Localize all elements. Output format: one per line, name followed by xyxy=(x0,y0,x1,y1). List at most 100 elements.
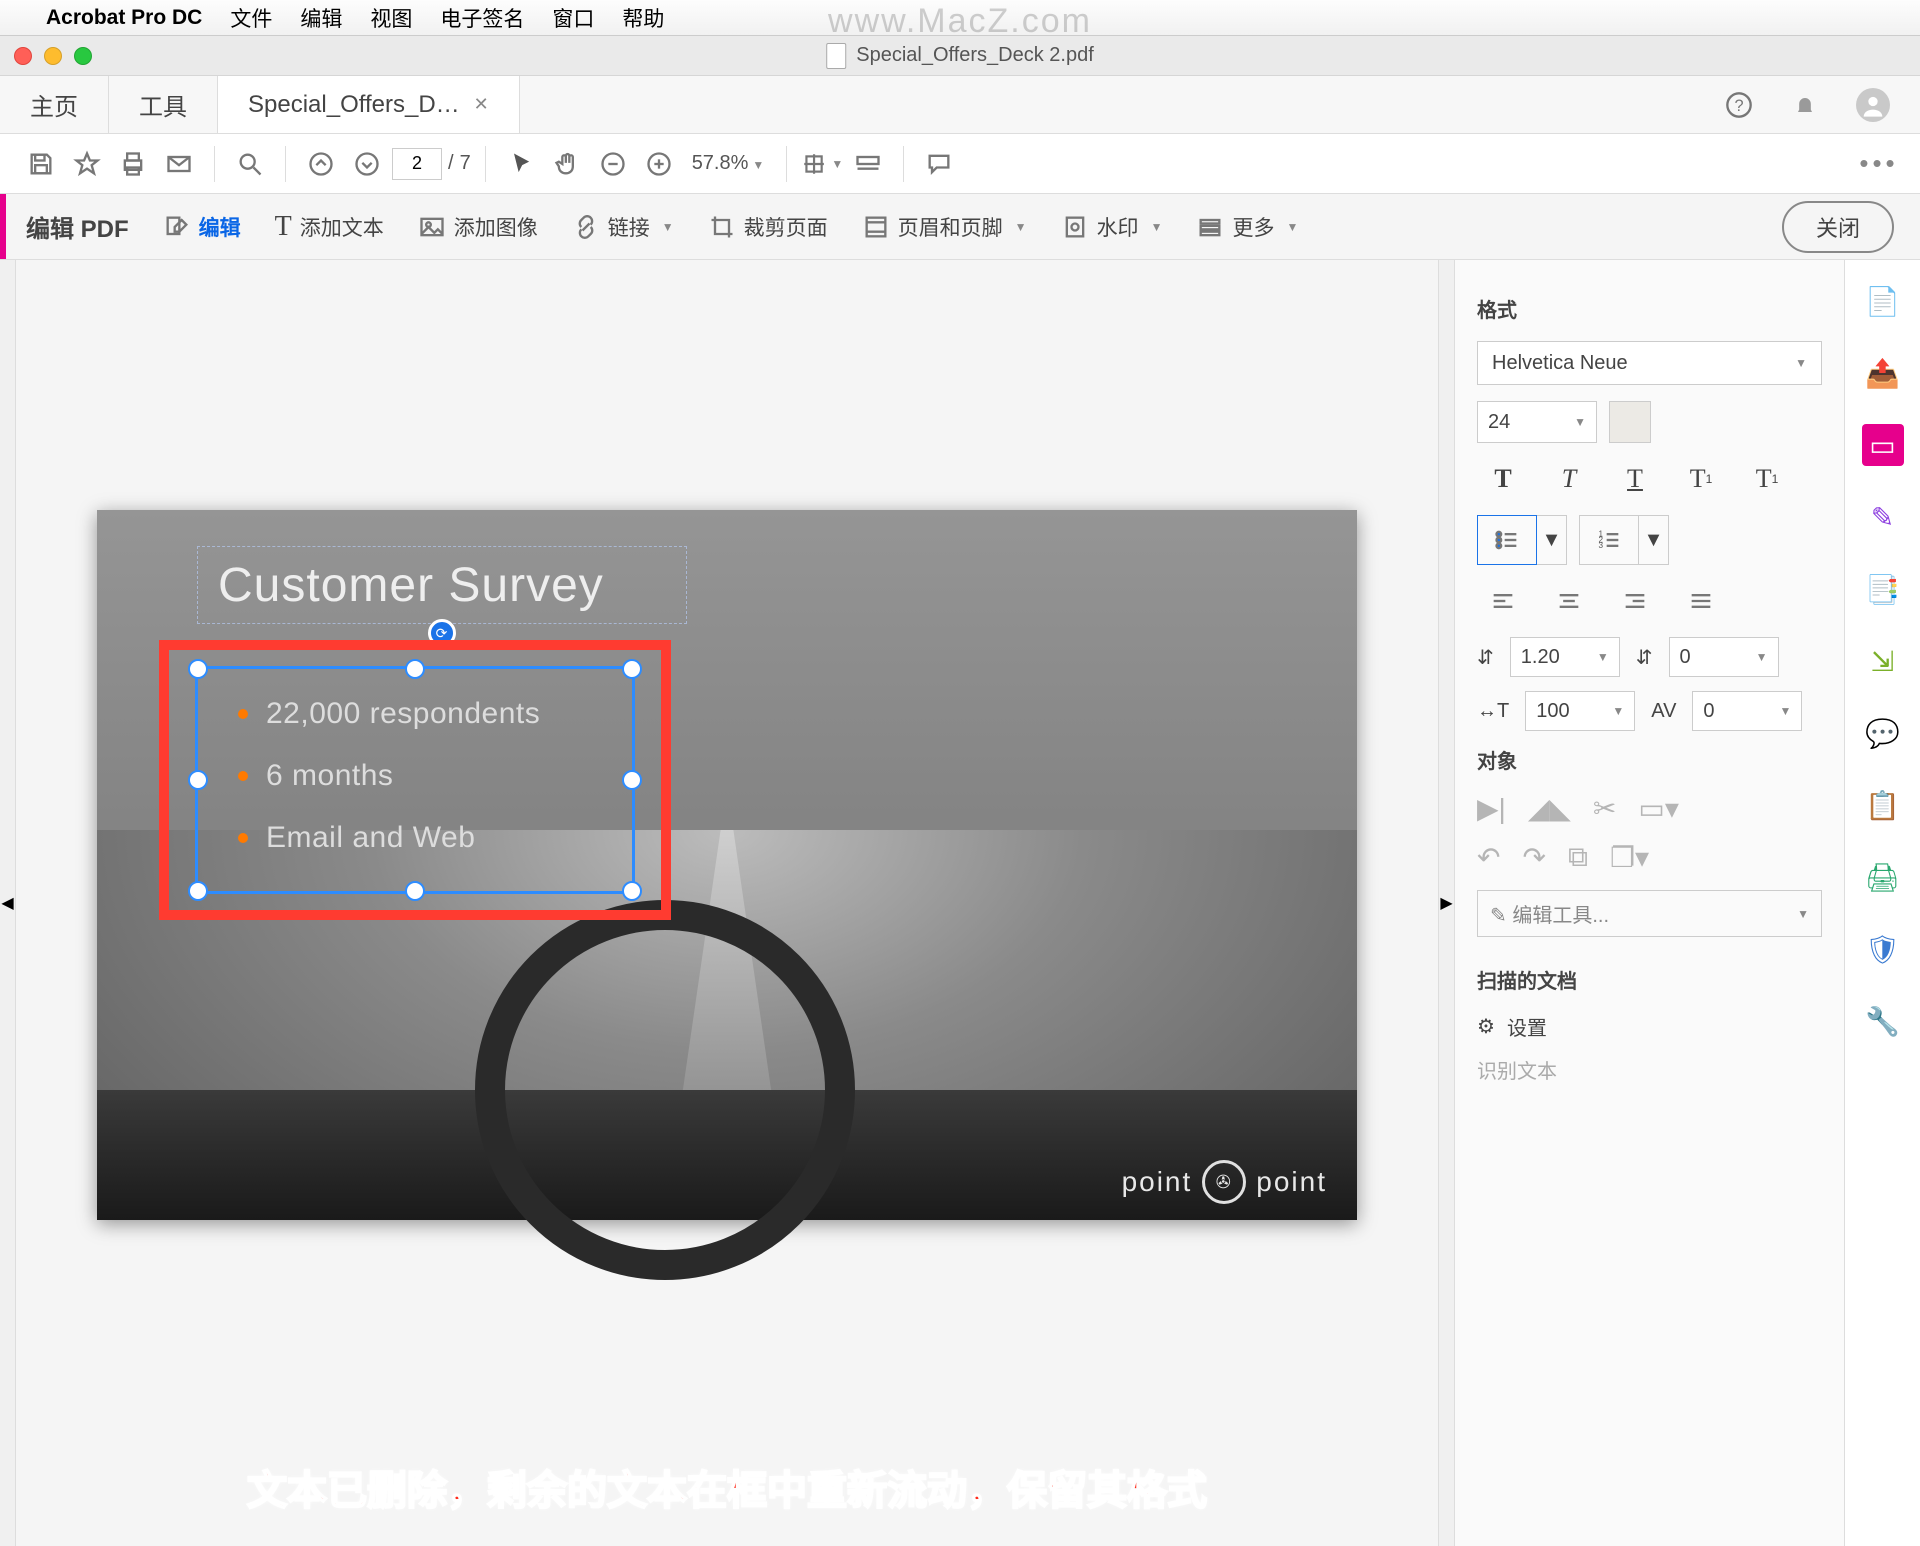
menu-edit[interactable]: 编辑 xyxy=(300,3,342,33)
list-item: 22,000 respondents xyxy=(238,697,540,731)
organize-icon[interactable]: 📑 xyxy=(1862,568,1904,610)
tracking-input[interactable]: 0▼ xyxy=(1692,691,1802,731)
edit-button[interactable]: 编辑 xyxy=(163,212,241,242)
minimize-window-icon[interactable] xyxy=(44,47,62,65)
help-icon[interactable]: ? xyxy=(1724,90,1754,120)
add-image-button[interactable]: 添加图像 xyxy=(418,212,538,242)
tools-icon[interactable]: 🔧 xyxy=(1862,1000,1904,1042)
underline-icon[interactable]: T xyxy=(1609,457,1661,501)
left-gutter-expand[interactable]: ◀ xyxy=(0,260,16,1546)
link-button[interactable]: 链接▼ xyxy=(572,212,674,242)
resize-handle[interactable] xyxy=(405,881,425,901)
protect-icon[interactable]: 🛡 xyxy=(1862,928,1904,970)
italic-icon[interactable]: T xyxy=(1543,457,1595,501)
menu-sign[interactable]: 电子签名 xyxy=(440,3,524,33)
replace-image-icon[interactable]: ⧉ xyxy=(1568,841,1588,874)
numbered-list-button[interactable]: 123 ▼ xyxy=(1579,515,1669,565)
zoom-level[interactable]: 57.8%▼ xyxy=(692,152,765,175)
maximize-window-icon[interactable] xyxy=(74,47,92,65)
text-selection-box[interactable]: 22,000 respondents 6 months Email and We… xyxy=(195,666,635,894)
bullet-list-button[interactable]: ▼ xyxy=(1477,515,1567,565)
font-size-select[interactable]: 24▼ xyxy=(1477,401,1597,443)
resize-handle[interactable] xyxy=(622,881,642,901)
menu-view[interactable]: 视图 xyxy=(370,3,412,33)
align-object-icon[interactable]: ▭▾ xyxy=(1638,792,1679,825)
flip-h-icon[interactable]: ▶| xyxy=(1477,792,1506,825)
create-pdf-icon[interactable]: 📄 xyxy=(1862,280,1904,322)
color-swatch[interactable] xyxy=(1609,401,1651,443)
print-icon[interactable] xyxy=(112,143,154,185)
comment-rail-icon[interactable]: 💬 xyxy=(1862,712,1904,754)
resize-handle[interactable] xyxy=(188,659,208,679)
tab-tools[interactable]: 工具 xyxy=(109,76,218,133)
align-justify-icon[interactable] xyxy=(1675,579,1727,623)
resize-handle[interactable] xyxy=(405,659,425,679)
line-spacing-input[interactable]: 1.20▼ xyxy=(1510,637,1620,677)
tab-document[interactable]: Special_Offers_D… ✕ xyxy=(218,76,520,133)
bold-icon[interactable]: T xyxy=(1477,457,1529,501)
scan-icon[interactable]: 🖨 xyxy=(1862,856,1904,898)
bullet-list[interactable]: 22,000 respondents 6 months Email and We… xyxy=(238,697,540,883)
more-button[interactable]: 更多▼ xyxy=(1196,212,1298,242)
brand-logo: point ✇ point xyxy=(1122,1160,1327,1204)
settings-button[interactable]: ⚙ 设置 xyxy=(1477,1012,1822,1041)
save-icon[interactable] xyxy=(20,143,62,185)
resize-handle[interactable] xyxy=(188,881,208,901)
resize-handle[interactable] xyxy=(622,659,642,679)
close-editbar-button[interactable]: 关闭 xyxy=(1782,201,1894,253)
right-gutter-expand[interactable]: ▶ xyxy=(1438,260,1454,1546)
page-current-input[interactable] xyxy=(392,148,442,180)
mail-icon[interactable] xyxy=(158,143,200,185)
sign-icon[interactable]: ✎ xyxy=(1862,496,1904,538)
slide-title-box[interactable]: Customer Survey ⟳ xyxy=(197,546,687,624)
window-title-text: Special_Offers_Deck 2.pdf xyxy=(856,44,1094,67)
star-icon[interactable] xyxy=(66,143,108,185)
edit-tool-dropdown[interactable]: ✎ 编辑工具...▼ xyxy=(1477,890,1822,937)
watermark-button[interactable]: 水印▼ xyxy=(1061,212,1163,242)
crop-object-icon[interactable]: ✂ xyxy=(1593,792,1616,825)
close-window-icon[interactable] xyxy=(14,47,32,65)
document-canvas[interactable]: Customer Survey ⟳ 22,000 respondents 6 m… xyxy=(16,260,1438,1546)
align-center-icon[interactable] xyxy=(1543,579,1595,623)
menu-help[interactable]: 帮助 xyxy=(622,3,664,33)
ruler-icon[interactable] xyxy=(847,143,889,185)
add-text-button[interactable]: T添加文本 xyxy=(275,211,384,243)
arrange-icon[interactable]: ❐▾ xyxy=(1610,841,1649,874)
page-down-icon[interactable] xyxy=(346,143,388,185)
superscript-icon[interactable]: T1 xyxy=(1675,457,1727,501)
font-select[interactable]: Helvetica Neue▼ xyxy=(1477,341,1822,385)
comment-icon[interactable] xyxy=(918,143,960,185)
search-icon[interactable] xyxy=(229,143,271,185)
zoom-in-icon[interactable] xyxy=(638,143,680,185)
tab-home[interactable]: 主页 xyxy=(0,76,109,133)
crop-button[interactable]: 裁剪页面 xyxy=(708,212,828,242)
hand-icon[interactable] xyxy=(546,143,588,185)
pointer-icon[interactable] xyxy=(500,143,542,185)
rotate-cw-icon[interactable]: ↷ xyxy=(1522,841,1545,874)
close-tab-icon[interactable]: ✕ xyxy=(474,94,489,115)
hscale-input[interactable]: 100▼ xyxy=(1525,691,1635,731)
align-right-icon[interactable] xyxy=(1609,579,1661,623)
menu-window[interactable]: 窗口 xyxy=(552,3,594,33)
recognize-text-button[interactable]: 识别文本 xyxy=(1477,1055,1822,1084)
page-up-icon[interactable] xyxy=(300,143,342,185)
resize-handle[interactable] xyxy=(188,770,208,790)
fit-icon[interactable]: ▼ xyxy=(801,143,843,185)
header-footer-button[interactable]: 页眉和页脚▼ xyxy=(862,212,1027,242)
rotate-ccw-icon[interactable]: ↶ xyxy=(1477,841,1500,874)
flip-v-icon[interactable]: ◢◣ xyxy=(1528,792,1571,825)
zoom-out-icon[interactable] xyxy=(592,143,634,185)
avatar[interactable] xyxy=(1856,88,1890,122)
bell-icon[interactable] xyxy=(1790,90,1820,120)
subscript-icon[interactable]: T1 xyxy=(1741,457,1793,501)
more-icon[interactable]: ••• xyxy=(1858,143,1900,185)
align-left-icon[interactable] xyxy=(1477,579,1529,623)
combine-icon[interactable]: 📋 xyxy=(1862,784,1904,826)
format-panel: 格式 Helvetica Neue▼ 24▼ T T T T1 T1 ▼ 123… xyxy=(1454,260,1844,1546)
resize-handle[interactable] xyxy=(622,770,642,790)
export-pdf-icon[interactable]: 📤 xyxy=(1862,352,1904,394)
edit-pdf-icon[interactable]: ▭ xyxy=(1862,424,1904,466)
paragraph-spacing-input[interactable]: 0▼ xyxy=(1669,637,1779,677)
menu-file[interactable]: 文件 xyxy=(230,3,272,33)
compress-icon[interactable]: ⇲ xyxy=(1862,640,1904,682)
